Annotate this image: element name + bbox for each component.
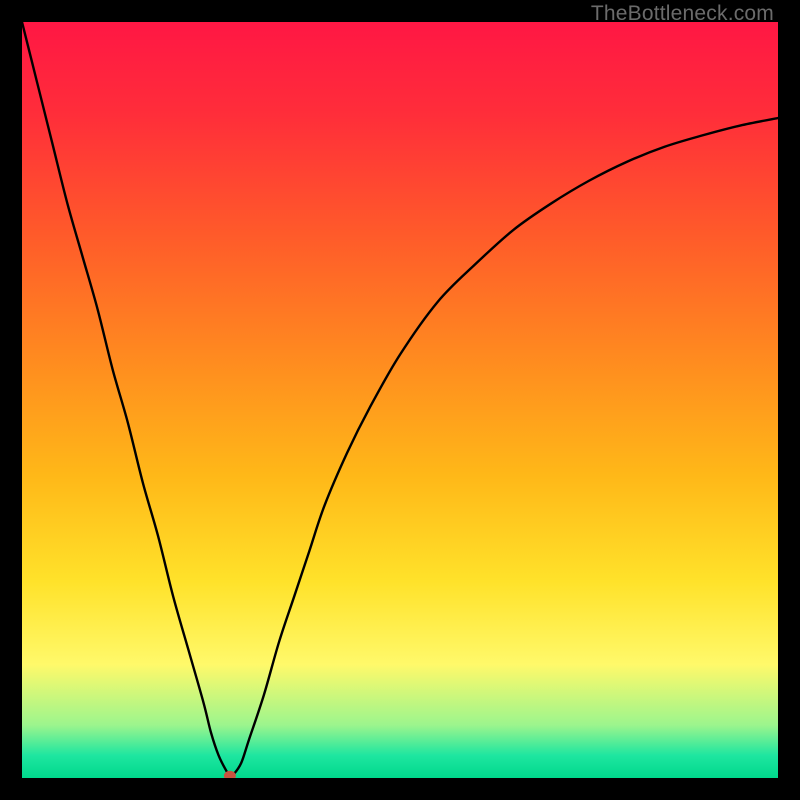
bottleneck-chart xyxy=(22,22,778,778)
chart-background xyxy=(22,22,778,778)
chart-frame xyxy=(22,22,778,778)
watermark-text: TheBottleneck.com xyxy=(591,2,774,26)
